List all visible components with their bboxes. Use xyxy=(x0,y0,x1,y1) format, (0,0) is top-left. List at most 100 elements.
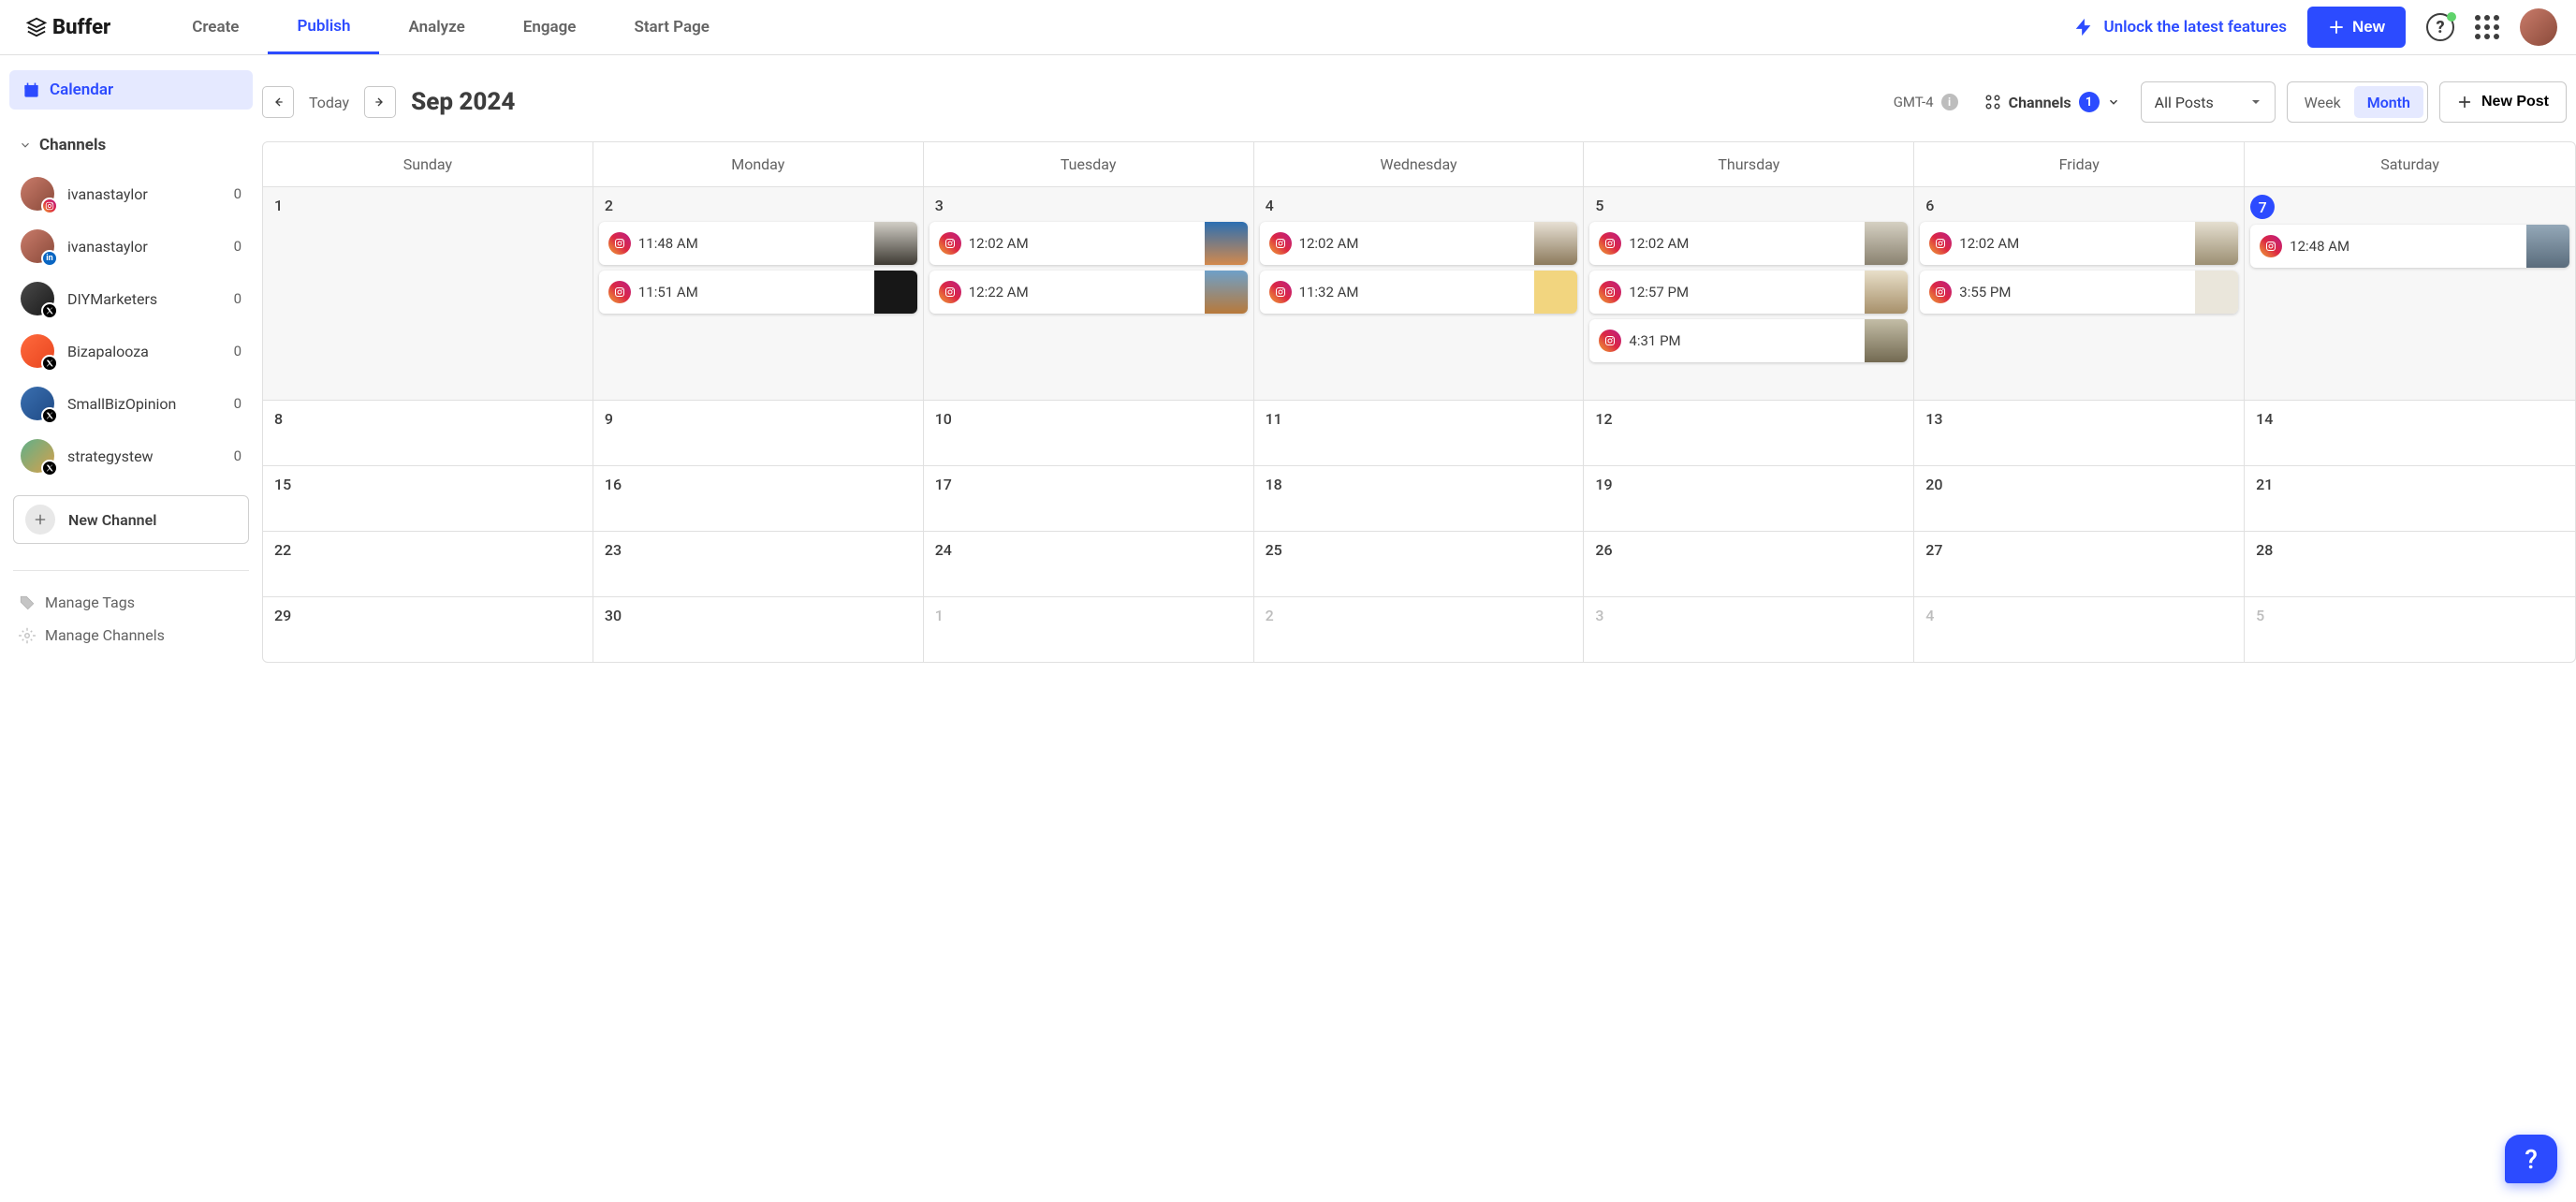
calendar-cell[interactable]: 9 xyxy=(593,400,924,465)
scheduled-post[interactable]: 12:02 AM xyxy=(929,222,1248,265)
calendar-cell[interactable]: 13 xyxy=(1914,400,2245,465)
nav-tab-analyze[interactable]: Analyze xyxy=(379,0,493,54)
plus-icon xyxy=(2457,95,2472,110)
brand-logo[interactable]: Buffer xyxy=(26,16,110,39)
scheduled-post[interactable]: 4:31 PM xyxy=(1589,319,1908,362)
day-number: 27 xyxy=(1920,539,1948,561)
scheduled-post[interactable]: 12:02 AM xyxy=(1589,222,1908,265)
calendar-cell[interactable]: 5 xyxy=(2245,596,2575,662)
calendar-cell[interactable]: 1 xyxy=(263,186,593,400)
calendar-cell[interactable]: 24 xyxy=(924,531,1254,596)
new-post-button[interactable]: New Post xyxy=(2439,81,2567,123)
calendar-cell[interactable]: 28 xyxy=(2245,531,2575,596)
user-avatar[interactable] xyxy=(2520,8,2557,46)
channel-row-0[interactable]: ivanastaylor 0 xyxy=(9,168,253,220)
nav-tab-publish[interactable]: Publish xyxy=(268,0,379,54)
calendar-toolbar: Today Sep 2024 GMT-4 i Channels 1 All Po… xyxy=(262,81,2576,123)
scheduled-post[interactable]: 12:22 AM xyxy=(929,271,1248,314)
calendar-cell[interactable]: 6 12:02 AM 3:55 PM xyxy=(1914,186,2245,400)
unlock-features-link[interactable]: Unlock the latest features xyxy=(2073,17,2287,37)
calendar-cell[interactable]: 8 xyxy=(263,400,593,465)
posts-filter-dropdown[interactable]: All Posts xyxy=(2141,81,2276,123)
day-number: 4 xyxy=(1920,605,1939,626)
calendar-cell[interactable]: 27 xyxy=(1914,531,2245,596)
calendar-cell[interactable]: 22 xyxy=(263,531,593,596)
today-button[interactable]: Today xyxy=(309,94,349,111)
timezone-indicator[interactable]: GMT-4 i xyxy=(1894,94,1958,110)
instagram-icon xyxy=(608,281,631,303)
scheduled-post[interactable]: 12:57 PM xyxy=(1589,271,1908,314)
calendar-cell[interactable]: 1 xyxy=(924,596,1254,662)
calendar-cell[interactable]: 25 xyxy=(1254,531,1585,596)
calendar-cell[interactable]: 30 xyxy=(593,596,924,662)
manage-channels-link[interactable]: Manage Channels xyxy=(9,619,253,652)
calendar-cell[interactable]: 17 xyxy=(924,465,1254,531)
scheduled-post[interactable]: 11:51 AM xyxy=(599,271,917,314)
next-month-button[interactable] xyxy=(364,86,396,118)
calendar-cell[interactable]: 18 xyxy=(1254,465,1585,531)
scheduled-post[interactable]: 11:32 AM xyxy=(1260,271,1578,314)
calendar-cell[interactable]: 29 xyxy=(263,596,593,662)
view-month-button[interactable]: Month xyxy=(2354,86,2423,118)
new-channel-button[interactable]: New Channel xyxy=(13,495,249,544)
calendar-cell[interactable]: 15 xyxy=(263,465,593,531)
day-header: Sunday xyxy=(263,142,593,186)
instagram-icon xyxy=(1929,232,1952,255)
scheduled-post[interactable]: 12:02 AM xyxy=(1920,222,2238,265)
calendar-cell[interactable]: 7 12:48 AM xyxy=(2245,186,2575,400)
instagram-icon xyxy=(1599,232,1621,255)
channels-filter[interactable]: Channels 1 xyxy=(1984,92,2120,112)
day-number: 22 xyxy=(269,539,297,561)
channels-header-label: Channels xyxy=(39,136,106,154)
scheduled-post[interactable]: 12:02 AM xyxy=(1260,222,1578,265)
channel-row-2[interactable]: DIYMarketers 0 xyxy=(9,272,253,325)
channel-row-4[interactable]: SmallBizOpinion 0 xyxy=(9,377,253,430)
help-fab[interactable]: ? xyxy=(2505,1135,2557,1183)
calendar-cell[interactable]: 19 xyxy=(1584,465,1914,531)
calendar-cell[interactable]: 20 xyxy=(1914,465,2245,531)
nav-tab-start-page[interactable]: Start Page xyxy=(605,0,738,54)
calendar-cell[interactable]: 2 11:48 AM 11:51 AM xyxy=(593,186,924,400)
calendar-cell[interactable]: 3 12:02 AM 12:22 AM xyxy=(924,186,1254,400)
nav-tab-create[interactable]: Create xyxy=(163,0,268,54)
post-thumbnail xyxy=(2526,225,2569,268)
manage-tags-link[interactable]: Manage Tags xyxy=(9,586,253,619)
day-number: 24 xyxy=(929,539,958,561)
calendar-cell[interactable]: 4 12:02 AM 11:32 AM xyxy=(1254,186,1585,400)
calendar-cell[interactable]: 26 xyxy=(1584,531,1914,596)
sidebar-item-calendar[interactable]: Calendar xyxy=(9,70,253,110)
calendar-cell[interactable]: 2 xyxy=(1254,596,1585,662)
calendar-cell[interactable]: 3 xyxy=(1584,596,1914,662)
calendar-cell[interactable]: 21 xyxy=(2245,465,2575,531)
calendar-cell[interactable]: 16 xyxy=(593,465,924,531)
scheduled-post[interactable]: 3:55 PM xyxy=(1920,271,2238,314)
post-time: 12:02 AM xyxy=(1629,235,1865,252)
calendar-cell[interactable]: 5 12:02 AM 12:57 PM 4:31 PM xyxy=(1584,186,1914,400)
new-button[interactable]: New xyxy=(2307,7,2406,48)
scheduled-post[interactable]: 12:48 AM xyxy=(2250,225,2569,268)
day-number: 2 xyxy=(1260,605,1280,626)
plus-icon xyxy=(33,512,48,527)
post-time: 12:57 PM xyxy=(1629,284,1865,300)
channel-row-1[interactable]: in ivanastaylor 0 xyxy=(9,220,253,272)
calendar-cell[interactable]: 11 xyxy=(1254,400,1585,465)
nav-tab-engage[interactable]: Engage xyxy=(494,0,606,54)
divider xyxy=(13,570,249,571)
calendar-cell[interactable]: 4 xyxy=(1914,596,2245,662)
apps-menu-icon[interactable] xyxy=(2475,15,2499,39)
channels-section-header[interactable]: Channels xyxy=(9,130,253,168)
calendar-cell[interactable]: 12 xyxy=(1584,400,1914,465)
sidebar: Calendar Channels ivanastaylor 0 in ivan… xyxy=(0,55,262,1202)
help-button[interactable]: ? xyxy=(2426,13,2454,41)
calendar-cell[interactable]: 14 xyxy=(2245,400,2575,465)
day-number: 9 xyxy=(599,408,619,430)
scheduled-post[interactable]: 11:48 AM xyxy=(599,222,917,265)
channel-row-3[interactable]: Bizapalooza 0 xyxy=(9,325,253,377)
calendar-cell[interactable]: 23 xyxy=(593,531,924,596)
day-header: Saturday xyxy=(2245,142,2575,186)
prev-month-button[interactable] xyxy=(262,86,294,118)
channel-row-5[interactable]: strategystew 0 xyxy=(9,430,253,482)
calendar-cell[interactable]: 10 xyxy=(924,400,1254,465)
instagram-icon xyxy=(1269,281,1292,303)
view-week-button[interactable]: Week xyxy=(2291,86,2354,118)
